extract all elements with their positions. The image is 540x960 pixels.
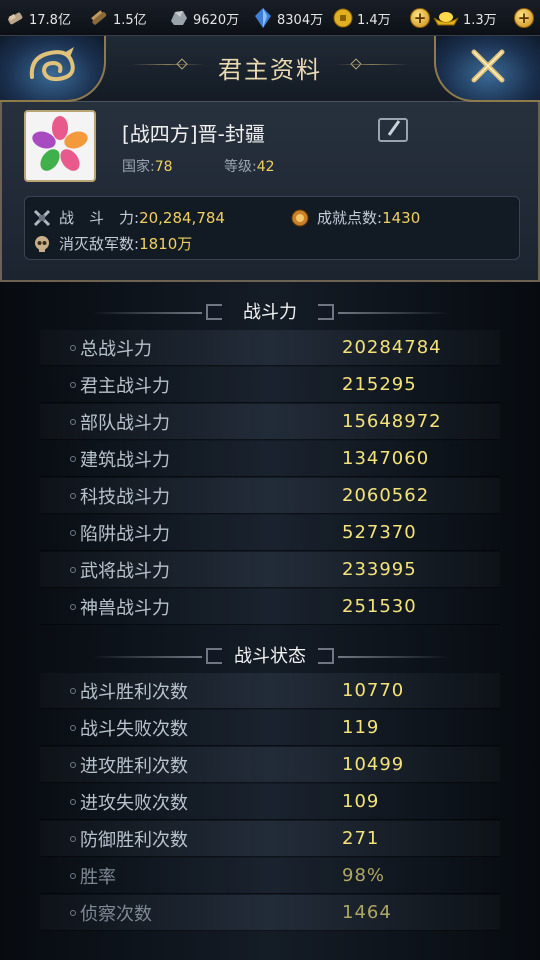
coin-icon xyxy=(332,7,354,29)
add-resource-button[interactable]: + xyxy=(514,8,534,28)
skull-icon xyxy=(33,235,51,253)
achievement-stat: 成就点数: 1430 xyxy=(291,207,420,228)
table-row: 战斗失败次数 119 xyxy=(40,710,500,746)
table-row: 进攻失败次数 109 xyxy=(40,784,500,820)
crystal-icon xyxy=(252,7,274,29)
resource-gold[interactable]: + 1.3万 xyxy=(410,6,497,30)
player-name: [战四方]晋-封疆 xyxy=(122,122,265,146)
stats-list[interactable]: 战斗力 总战斗力 20284784 君主战斗力 215295 部队战斗力 156489… xyxy=(0,282,540,960)
table-row: 部队战斗力 15648972 xyxy=(40,404,500,440)
table-row: 神兽战斗力 251530 xyxy=(40,589,500,625)
add-gold-button[interactable]: + xyxy=(410,8,430,28)
ingot-icon xyxy=(4,7,26,29)
table-row: 建筑战斗力 1347060 xyxy=(40,441,500,477)
wood-icon xyxy=(88,7,110,29)
power-icon xyxy=(33,209,51,227)
table-row: 胜率 98% xyxy=(40,858,500,894)
stats-box: 战 斗 力: 20,284,784 成就点数: 1430 消灭敌军数: 1810万 xyxy=(24,196,520,260)
page-header: 君主资料 xyxy=(0,36,540,102)
resource-wood[interactable]: 1.5亿 xyxy=(88,6,147,30)
profile-panel: [战四方]晋-封疆 国家:78 等级:42 战 斗 力: 20,284,784 成… xyxy=(0,102,540,282)
country-info: 国家:78 xyxy=(122,159,173,175)
table-row: 防御胜利次数 271 xyxy=(40,821,500,857)
avatar[interactable] xyxy=(24,110,96,182)
edit-icon xyxy=(383,119,403,141)
close-icon xyxy=(468,46,508,90)
stone-icon xyxy=(168,7,190,29)
power-stat: 战 斗 力: 20,284,784 xyxy=(33,207,225,228)
resource-ingot[interactable]: 17.8亿 xyxy=(4,6,71,30)
section-header-battle-status: 战斗状态 xyxy=(0,642,540,672)
resource-crystal[interactable]: 8304万 xyxy=(252,6,323,30)
gold-ingot-icon xyxy=(432,7,460,29)
resource-add[interactable]: + xyxy=(514,6,534,30)
close-button[interactable] xyxy=(434,36,540,102)
resource-coin[interactable]: 1.4万 xyxy=(332,6,391,30)
edit-name-button[interactable] xyxy=(378,118,408,142)
table-row: 科技战斗力 2060562 xyxy=(40,478,500,514)
table-row: 陷阱战斗力 527370 xyxy=(40,515,500,551)
resource-bar: 17.8亿 1.5亿 9620万 8304万 1.4万 + 1.3万 + xyxy=(0,0,540,36)
resource-stone[interactable]: 9620万 xyxy=(168,6,239,30)
level-info: 等级:42 xyxy=(224,159,275,175)
table-row: 武将战斗力 233995 xyxy=(40,552,500,588)
flower-emblem-icon xyxy=(30,114,90,178)
table-row: 战斗胜利次数 10770 xyxy=(40,673,500,709)
kills-stat: 消灭敌军数: 1810万 xyxy=(33,233,192,254)
table-row: 君主战斗力 215295 xyxy=(40,367,500,403)
table-row: 侦察次数 1464 xyxy=(40,895,500,931)
medal-icon xyxy=(291,209,309,227)
table-row: 进攻胜利次数 10499 xyxy=(40,747,500,783)
section-header-power: 战斗力 xyxy=(0,298,540,328)
table-row: 总战斗力 20284784 xyxy=(40,330,500,366)
